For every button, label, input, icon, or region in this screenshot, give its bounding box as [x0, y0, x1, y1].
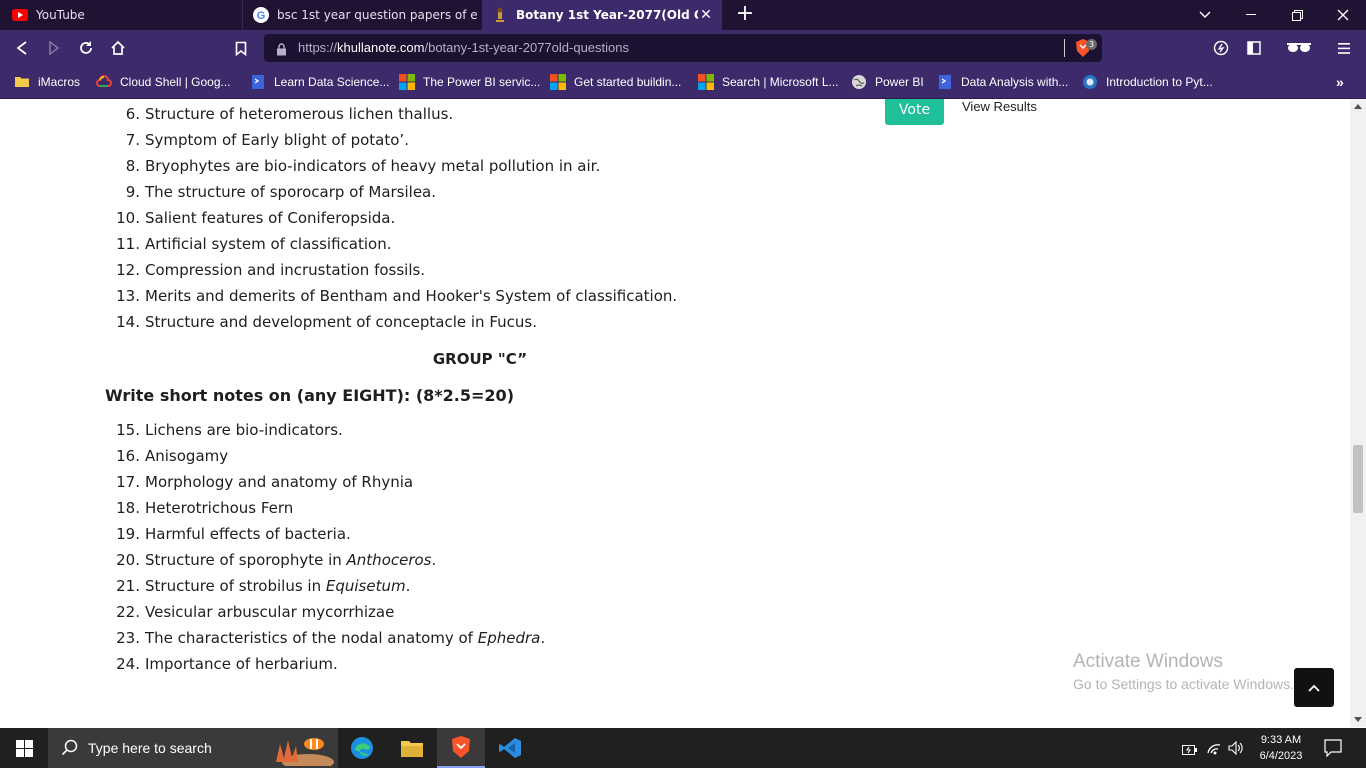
reload-button[interactable] [74, 36, 98, 60]
microsoft-icon [698, 74, 714, 90]
folder-icon [401, 741, 423, 757]
sidebar-toggle-icon[interactable] [1242, 36, 1266, 60]
taskbar-search-box[interactable]: Type here to search [48, 728, 338, 770]
group-c-instruction: Write short notes on (any EIGHT): (8*2.5… [105, 386, 514, 405]
list-item: 24. Importance of herbarium. [116, 655, 338, 673]
close-window-button[interactable] [1320, 0, 1366, 30]
globe-icon [852, 75, 866, 89]
scroll-up-arrow-icon[interactable] [1354, 104, 1362, 109]
restore-button[interactable] [1274, 0, 1320, 30]
bookmark-imacros[interactable]: iMacros [14, 73, 80, 91]
bookmark-power-bi[interactable]: Power BI [851, 73, 924, 91]
bookmarks-overflow-chevron-icon[interactable]: » [1336, 73, 1344, 91]
new-tab-button[interactable]: + [734, 3, 756, 26]
url-divider [1064, 39, 1065, 57]
tab-botany-active[interactable]: Botany 1st Year-2077(Old Questio ✕ [482, 0, 722, 30]
view-results-link[interactable]: View Results [962, 99, 1037, 114]
group-c-heading: GROUP "C” [432, 350, 528, 368]
folder-icon [15, 77, 29, 87]
taskbar-file-explorer[interactable] [388, 728, 436, 768]
brave-icon [452, 736, 470, 758]
windows-start-button[interactable] [0, 728, 48, 768]
svg-text:G: G [257, 10, 266, 22]
windows-logo-icon [15, 739, 33, 757]
list-item: 16. Anisogamy [116, 447, 229, 465]
wifi-icon[interactable] [1206, 740, 1222, 759]
google-icon: G [253, 7, 269, 23]
list-item: 21. Structure of strobilus in Equisetum. [116, 577, 411, 595]
bookmark-learn-data-science[interactable]: Learn Data Science... [250, 73, 389, 91]
list-item: 19. Harmful effects of bacteria. [116, 525, 351, 543]
page-scrollbar[interactable] [1350, 99, 1366, 727]
list-item: 23. The characteristics of the nodal anat… [116, 629, 546, 647]
list-item: 17. Morphology and anatomy of Rhynia [116, 473, 414, 491]
list-item: 6. Structure of heteromerous lichen thall… [125, 105, 454, 123]
battery-charging-icon[interactable] [1182, 741, 1198, 760]
search-highlight-illustration-icon [268, 732, 334, 770]
page-content: Vote View Results 6. Structure of heterom… [0, 99, 1350, 727]
datacamp-icon [252, 75, 264, 89]
microsoft-icon [399, 74, 415, 90]
url-text[interactable]: https://khullanote.com/botany-1st-year-2… [298, 40, 629, 55]
list-item: 15. Lichens are bio-indicators. [116, 421, 343, 439]
taskbar-brave[interactable] [437, 728, 485, 768]
list-item: 8. Bryophytes are bio-indicators of heavy… [125, 157, 601, 175]
tab-search-chevron-icon[interactable] [1182, 0, 1228, 30]
datacamp-icon [939, 75, 951, 89]
list-item: 22. Vesicular arbuscular mycorrhizae [116, 603, 395, 621]
scroll-to-top-button[interactable] [1294, 668, 1334, 707]
bookmark-page-icon[interactable] [229, 36, 253, 60]
bookmark-power-bi-service[interactable]: The Power BI servic... [399, 73, 540, 91]
chevron-up-icon [1308, 684, 1320, 692]
list-item: 9. The structure of sporocarp of Marsilea… [125, 183, 437, 201]
tab-youtube[interactable]: YouTube [0, 0, 242, 30]
forward-button[interactable] [42, 36, 66, 60]
windows-taskbar: Type here to search 9:33 AM 6/4/2023 [0, 728, 1366, 770]
bookmark-search-microsoft-learn[interactable]: Search | Microsoft L... [698, 73, 839, 91]
lock-icon[interactable] [276, 41, 287, 60]
scrollbar-thumb[interactable] [1353, 445, 1363, 513]
google-cloud-icon [96, 75, 112, 87]
site-favicon-icon [492, 7, 508, 23]
tab-strip: YouTube G bsc 1st year question papers o… [0, 0, 1366, 30]
list-item: 11. Artificial system of classification. [116, 235, 392, 253]
navigation-bar: https://khullanote.com/botany-1st-year-2… [0, 30, 1366, 66]
shield-count-badge: 3 [1086, 39, 1097, 50]
activate-windows-watermark: Activate Windows Go to Settings to activ… [1073, 651, 1294, 692]
home-button[interactable] [106, 36, 130, 60]
microsoft-icon [550, 74, 566, 90]
address-bar[interactable]: https://khullanote.com/botany-1st-year-2… [264, 34, 1102, 62]
list-item: 7. Symptom of Early blight of potato’. [125, 131, 409, 149]
list-item: 12. Compression and incrustation fossils. [116, 261, 426, 279]
volume-icon[interactable] [1228, 740, 1244, 759]
bookmark-data-analysis[interactable]: Data Analysis with... [937, 73, 1068, 91]
taskbar-clock[interactable]: 9:33 AM 6/4/2023 [1250, 732, 1312, 764]
scroll-down-arrow-icon[interactable] [1354, 717, 1362, 722]
notification-center-icon[interactable] [1324, 739, 1342, 761]
bookmark-cloud-shell[interactable]: Cloud Shell | Goog... [96, 73, 231, 91]
taskbar-edge[interactable] [338, 728, 386, 768]
minimize-button[interactable] [1228, 0, 1274, 30]
list-item: 20. Structure of sporophyte in Anthoceros… [116, 551, 437, 569]
list-item: 10. Salient features of Coniferopsida. [116, 209, 396, 227]
tab-google-search[interactable]: G bsc 1st year question papers of exam [242, 0, 482, 30]
bookmark-introduction-python[interactable]: Introduction to Pyt... [1082, 73, 1213, 91]
bookmarks-bar: iMacros Cloud Shell | Goog... Learn Data… [0, 66, 1366, 99]
list-item: 14. Structure and development of concepta… [116, 313, 537, 331]
youtube-icon [12, 7, 28, 23]
close-tab-icon[interactable]: ✕ [698, 7, 714, 23]
wallet-glasses-icon[interactable] [1282, 36, 1316, 60]
taskbar-vscode[interactable] [486, 728, 534, 768]
back-button[interactable] [10, 36, 34, 60]
list-item: 18. Heterotrichous Fern [116, 499, 294, 517]
python-icon [1083, 75, 1097, 89]
brave-shields-icon[interactable]: 3 [1074, 38, 1098, 58]
brave-rewards-icon[interactable] [1209, 36, 1233, 60]
bookmark-get-started[interactable]: Get started buildin... [550, 73, 681, 91]
vscode-icon [499, 738, 521, 758]
list-item: 13. Merits and demerits of Bentham and Ho… [116, 287, 678, 305]
search-icon [61, 739, 78, 756]
edge-icon [351, 737, 373, 759]
menu-icon[interactable] [1332, 36, 1356, 60]
